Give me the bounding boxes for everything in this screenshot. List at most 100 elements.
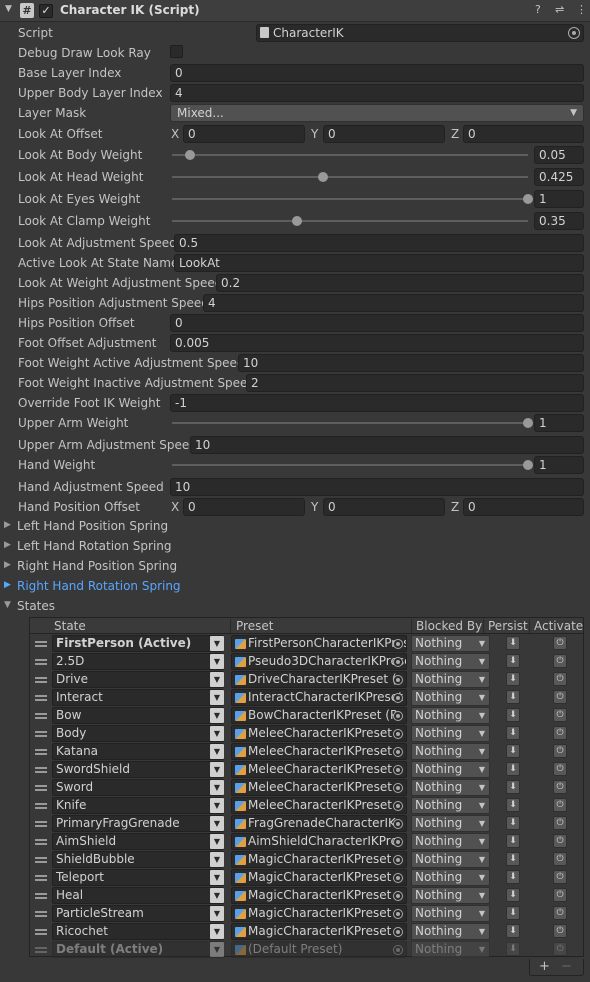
drag-handle-icon[interactable] [35,731,47,737]
upper-arm-weight-slider[interactable] [0,414,590,432]
preset-field[interactable]: MagicCharacterIKPreset [231,851,407,868]
drag-handle-icon[interactable] [35,929,47,935]
look-at-clamp-weight-slider[interactable] [0,212,590,230]
persist-button[interactable]: ⬇ [506,726,520,740]
blocked-by-dropdown[interactable]: Nothing ▼ [411,761,490,778]
state-name-field[interactable]: Body [52,725,224,742]
slider-thumb[interactable] [523,194,533,204]
drag-handle-icon[interactable] [35,821,47,827]
object-picker-icon[interactable] [393,801,403,811]
upper-arm-weight-input[interactable]: 1 [534,414,584,432]
object-picker-icon[interactable] [393,765,403,775]
object-picker-icon[interactable] [393,909,403,919]
look-at-body-weight-slider[interactable] [0,146,590,164]
preset-field[interactable]: MeleeCharacterIKPreset [231,743,407,760]
state-dropdown-icon[interactable]: ▼ [210,762,224,777]
blocked-by-dropdown[interactable]: Nothing ▼ [411,887,490,904]
blocked-by-dropdown[interactable]: Nothing ▼ [411,743,490,760]
preset-field[interactable]: MagicCharacterIKPreset [231,887,407,904]
object-picker-icon[interactable] [393,675,403,685]
activate-button[interactable]: ⏻ [553,636,567,650]
blocked-by-dropdown[interactable]: Nothing ▼ [411,671,490,688]
activate-button[interactable]: ⏻ [553,816,567,830]
drag-handle-icon[interactable] [35,695,47,701]
object-picker-icon[interactable] [568,27,580,39]
activate-button[interactable]: ⏻ [553,906,567,920]
upper-body-layer-input[interactable]: 4 [170,84,584,102]
foot-weight-active-input[interactable]: 10 [238,354,584,372]
component-header[interactable]: ▼ # ✓ Character IK (Script) ? ⇌ ⋮ [0,0,590,22]
state-dropdown-icon[interactable]: ▼ [210,870,224,885]
look-at-clamp-weight-input[interactable]: 0.35 [534,212,584,230]
preset-field[interactable]: DriveCharacterIKPreset ( [231,671,407,688]
table-row[interactable]: SwordShield ▼ MeleeCharacterIKPreset Nothin… [30,761,583,779]
object-picker-icon[interactable] [393,747,403,757]
object-picker-icon[interactable] [393,657,403,667]
remove-state-button[interactable]: − [561,959,572,975]
drag-handle-icon[interactable] [35,785,47,791]
state-name-field[interactable]: Katana [52,743,224,760]
table-row[interactable]: ShieldBubble ▼ MagicCharacterIKPreset Nothi… [30,851,583,869]
blocked-by-dropdown[interactable]: Nothing ▼ [411,815,490,832]
fold-arrow-icon[interactable]: ▼ [5,4,12,14]
look-at-offset-y[interactable]: 0 [323,125,445,143]
activate-button[interactable]: ⏻ [553,798,567,812]
table-row[interactable]: Heal ▼ MagicCharacterIKPreset Nothing ▼ ⬇ ⏻ [30,887,583,905]
drag-handle-icon[interactable] [35,749,47,755]
table-row[interactable]: Bow ▼ BowCharacterIKPreset (P Nothing ▼ ⬇ ⏻ [30,707,583,725]
drag-handle-icon[interactable] [35,839,47,845]
object-picker-icon[interactable] [393,693,403,703]
add-state-button[interactable]: + [539,959,550,975]
script-field[interactable]: CharacterIK [256,24,584,42]
preset-field[interactable]: MagicCharacterIKPreset [231,905,407,922]
preset-field[interactable]: FragGrenadeCharacterIK [231,815,407,832]
preset-field[interactable]: AimShieldCharacterIKPre [231,833,407,850]
activate-button[interactable]: ⏻ [553,726,567,740]
table-row[interactable]: Knife ▼ MeleeCharacterIKPreset Nothing ▼ ⬇ ⏻ [30,797,583,815]
foot-weight-inactive-input[interactable]: 2 [246,374,584,392]
hand-position-offset-y[interactable]: 0 [323,498,445,516]
state-name-field[interactable]: Ricochet [52,923,224,940]
hand-adjust-speed-input[interactable]: 10 [170,478,584,496]
drag-handle-icon[interactable] [35,893,47,899]
state-name-field[interactable]: Default (Active) [52,941,224,958]
persist-button[interactable]: ⬇ [506,816,520,830]
table-row[interactable]: Default (Active) ▼ (Default Preset) Nothing… [30,941,583,959]
look-at-eyes-weight-input[interactable]: 1 [534,190,584,208]
table-row[interactable]: 2.5D ▼ Pseudo3DCharacterIKPreset Nothing ▼ ⬇ ⏻ [30,653,583,671]
context-menu-icon[interactable]: ⋮ [576,3,587,16]
slider-thumb[interactable] [318,172,329,182]
drag-handle-icon[interactable] [35,875,47,881]
object-picker-icon[interactable] [393,711,403,721]
state-dropdown-icon[interactable]: ▼ [210,654,224,669]
override-foot-ik-input[interactable]: -1 [170,394,584,412]
column-divider[interactable] [529,619,530,633]
table-row[interactable]: ParticleStream ▼ MagicCharacterIKPreset Not… [30,905,583,923]
object-picker-icon[interactable] [393,927,403,937]
activate-button[interactable]: ⏻ [553,708,567,722]
state-name-field[interactable]: Sword [52,779,224,796]
slider-thumb[interactable] [291,216,302,226]
state-dropdown-icon[interactable]: ▼ [210,852,224,867]
persist-button[interactable]: ⬇ [506,708,520,722]
object-picker-icon[interactable] [393,783,403,793]
activate-button[interactable]: ⏻ [553,744,567,758]
object-picker-icon[interactable] [393,891,403,901]
hand-weight-slider[interactable] [0,456,590,474]
blocked-by-dropdown[interactable]: Nothing ▼ [411,833,490,850]
look-at-head-weight-slider[interactable] [0,168,590,186]
activate-button[interactable]: ⏻ [553,780,567,794]
persist-button[interactable]: ⬇ [506,924,520,938]
activate-button[interactable]: ⏻ [553,924,567,938]
object-picker-icon[interactable] [393,729,403,739]
persist-button[interactable]: ⬇ [506,780,520,794]
table-row[interactable]: Drive ▼ DriveCharacterIKPreset (Nothing ▼ ⬇ ⏻ [30,671,583,689]
table-row[interactable]: Ricochet ▼ MagicCharacterIKPreset Nothing ▼ ⬇… [30,923,583,941]
preset-field[interactable]: Pseudo3DCharacterIKPreset [231,653,407,670]
slider-thumb[interactable] [523,460,533,470]
persist-button[interactable]: ⬇ [506,942,520,956]
help-icon[interactable]: ? [535,3,541,16]
table-row[interactable]: Katana ▼ MeleeCharacterIKPreset Nothing ▼ ⬇ ⏻ [30,743,583,761]
blocked-by-dropdown[interactable]: Nothing ▼ [411,851,490,868]
look-at-adjust-speed-input[interactable]: 0.5 [174,234,584,252]
